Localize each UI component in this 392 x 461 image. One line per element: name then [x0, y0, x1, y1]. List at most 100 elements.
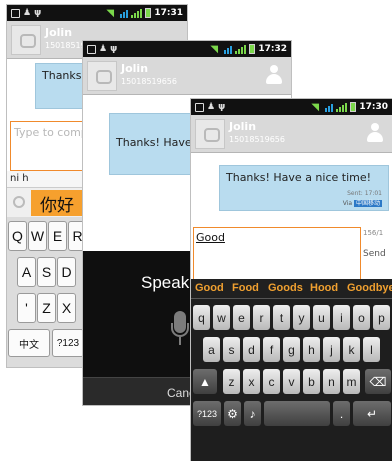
key-k[interactable]: k [343, 337, 360, 362]
key-v[interactable]: v [283, 369, 300, 394]
wifi-icon: ◥ [106, 7, 115, 19]
ime-candidate[interactable]: 你好 [31, 190, 83, 216]
key-z[interactable]: z [223, 369, 240, 394]
sent-time: Sent: 17:01 [347, 190, 382, 197]
key-b[interactable]: b [303, 369, 320, 394]
android-icon: ♟ [99, 43, 108, 54]
contact-name: Jolin [121, 62, 149, 75]
key-q[interactable]: q [193, 305, 210, 330]
contact-name: Jolin [45, 26, 73, 39]
key-symbols[interactable]: ?123 [193, 401, 221, 426]
avatar [195, 119, 225, 149]
key-g[interactable]: g [283, 337, 300, 362]
key-m[interactable]: m [343, 369, 360, 394]
wifi-icon: ◥ [311, 101, 320, 113]
contact-number: 15018519656 [229, 135, 285, 144]
key-w[interactable]: W [28, 221, 47, 251]
speak-prompt: Speak [141, 273, 190, 292]
notification-icon [11, 8, 20, 18]
battery-icon [350, 102, 357, 112]
key-p[interactable]: p [373, 305, 390, 330]
compose-text: Good [196, 231, 225, 244]
key-c[interactable]: c [263, 369, 280, 394]
suggestion-goods[interactable]: Goods [268, 282, 303, 294]
status-time: 17:31 [154, 8, 183, 18]
key-w[interactable]: w [213, 305, 230, 330]
compose-field[interactable]: Good [193, 227, 361, 283]
key-l[interactable]: l [363, 337, 380, 362]
battery-icon [249, 44, 256, 54]
key-f[interactable]: f [263, 337, 280, 362]
contact-name: Jolin [229, 120, 257, 133]
key-period[interactable]: . [333, 401, 350, 426]
key-j[interactable]: j [323, 337, 340, 362]
status-bar: ♟ ψ ◥ 17:32 [83, 41, 291, 57]
key-lang-switch[interactable]: 中文 [8, 329, 50, 357]
key-q[interactable]: Q [8, 221, 27, 251]
usb-icon: ψ [34, 7, 42, 18]
contact-person-icon[interactable] [366, 123, 384, 145]
key-i[interactable]: i [333, 305, 350, 330]
network-badge: 中国移动 [353, 200, 382, 207]
3g-icon [325, 103, 334, 112]
char-counter: 156/1 [363, 229, 384, 237]
notification-icon [87, 44, 96, 54]
mic-icon[interactable]: ♪ [244, 401, 261, 426]
3g-icon [120, 9, 129, 18]
key-a[interactable]: a [203, 337, 220, 362]
signal-icon [131, 8, 143, 18]
key-x[interactable]: X [57, 293, 76, 323]
space-bar[interactable] [264, 401, 330, 426]
key-symbols[interactable]: ?123 [52, 329, 84, 357]
3g-icon [224, 45, 233, 54]
key-a[interactable]: A [17, 257, 36, 287]
send-button[interactable]: Send [363, 249, 386, 259]
via-label: Via [342, 200, 353, 207]
key-u[interactable]: u [313, 305, 330, 330]
key-d[interactable]: D [57, 257, 76, 287]
key-e[interactable]: e [233, 305, 250, 330]
key-h[interactable]: h [303, 337, 320, 362]
android-icon: ♟ [207, 101, 216, 112]
key-e[interactable]: E [48, 221, 67, 251]
delete-icon[interactable]: ⌫ [365, 369, 391, 394]
key-d[interactable]: d [243, 337, 260, 362]
key-z[interactable]: Z [37, 293, 56, 323]
contact-number: 15018519656 [121, 77, 177, 86]
message-text: Thanks! Have a nice time! [226, 171, 372, 184]
wifi-icon: ◥ [210, 43, 219, 55]
key-x[interactable]: x [243, 369, 260, 394]
key-t[interactable]: t [273, 305, 290, 330]
key-r[interactable]: r [253, 305, 270, 330]
ime-pinyin: ni h [10, 173, 29, 184]
status-time: 17:32 [258, 44, 287, 54]
conversation-header: Jolin 15018519656 [191, 115, 392, 153]
key-n[interactable]: n [323, 369, 340, 394]
key-s[interactable]: s [223, 337, 240, 362]
key-s[interactable]: S [37, 257, 56, 287]
enter-icon[interactable]: ↵ [353, 401, 391, 426]
status-bar: ♟ ψ ◥ 17:31 [7, 5, 187, 21]
notification-icon [195, 102, 204, 112]
suggestion-goodbye[interactable]: Goodbye [347, 282, 392, 294]
contact-person-icon[interactable] [265, 65, 283, 87]
suggestion-good[interactable]: Good [195, 282, 224, 294]
key-o[interactable]: o [353, 305, 370, 330]
suggestion-food[interactable]: Food [232, 282, 259, 294]
message-bubble: Thanks! Have a nice time! Sent: 17:01 Vi… [219, 165, 389, 211]
conversation-header: Jolin 15018519656 [83, 57, 291, 95]
mic-icon [171, 311, 189, 345]
settings-icon[interactable]: ⚙ [224, 401, 241, 426]
key-apostrophe[interactable]: ' [17, 293, 36, 323]
android-icon: ♟ [23, 7, 32, 18]
ime-search-icon [13, 196, 25, 208]
signal-icon [235, 44, 247, 54]
suggestion-strip: Good Food Goods Hood Goodbye [191, 279, 392, 299]
phone-screen-english-keyboard: ♟ ψ ◥ 17:30 Jolin 15018519656 Thanks! Ha… [190, 98, 392, 461]
shift-icon[interactable]: ▲ [193, 369, 217, 394]
usb-icon: ψ [218, 101, 226, 112]
usb-icon: ψ [110, 43, 118, 54]
key-y[interactable]: y [293, 305, 310, 330]
avatar [11, 25, 41, 55]
suggestion-hood[interactable]: Hood [310, 282, 338, 294]
